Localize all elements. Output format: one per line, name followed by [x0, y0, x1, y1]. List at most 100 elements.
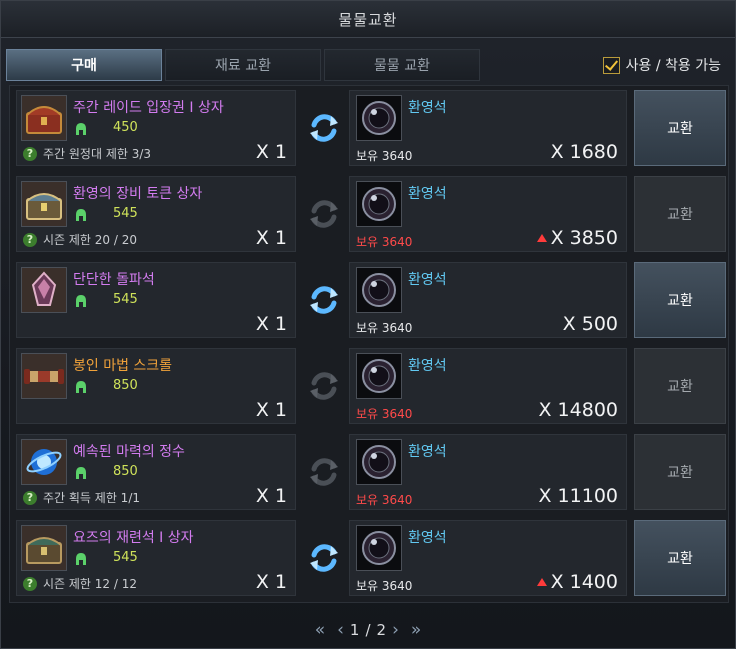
cost-value: X 3850 — [550, 227, 618, 249]
help-icon[interactable]: ? — [23, 490, 37, 505]
help-icon[interactable]: ? — [23, 576, 37, 591]
exchange-button[interactable]: 교환 — [634, 520, 726, 596]
exchange-button[interactable]: 교환 — [634, 434, 726, 510]
next-page-icon[interactable]: › — [392, 620, 399, 640]
item-panel[interactable]: 단단한 돌파석 545 X 1 — [16, 262, 296, 338]
cost-panel[interactable]: 환영석보유 3640 X 1400 — [349, 520, 627, 596]
item-price: 545 — [113, 292, 138, 307]
limit-text: 주간 원정대 제한 3/3 — [43, 147, 152, 161]
item-name: 요즈의 재련석 I 상자 — [73, 530, 194, 546]
purchase-limit: ? 시즌 제한 12 / 12 — [23, 575, 137, 592]
owned-amount: 보유 3640 — [356, 493, 413, 507]
owned-amount: 보유 3640 — [356, 321, 413, 335]
first-page-icon[interactable]: « — [315, 620, 325, 640]
exchange-arrows-icon — [306, 110, 342, 146]
pagination: « ‹ 1 / 2 › » — [1, 617, 735, 643]
orb-icon — [21, 439, 67, 485]
usable-checkbox[interactable] — [602, 56, 620, 74]
purchase-limit: ? 주간 획득 제한 1/1 — [23, 489, 140, 506]
cost-panel[interactable]: 환영석 보유 3640 X 1680 — [349, 90, 627, 166]
item-price: 850 — [113, 378, 138, 393]
title-bar[interactable]: 물물교환 — [1, 1, 735, 38]
purchase-limit: ? 주간 원정대 제한 3/3 — [23, 145, 151, 162]
limit-text: 시즌 제한 20 / 20 — [43, 233, 138, 247]
window-title: 물물교환 — [338, 10, 398, 29]
owned-amount: 보유 3640 — [356, 407, 413, 421]
item-price: 545 — [113, 206, 138, 221]
last-page-icon[interactable]: » — [411, 620, 421, 640]
phantom-stone-icon — [356, 353, 402, 399]
item-name: 예속된 마력의 정수 — [73, 444, 185, 460]
helmet-icon — [75, 379, 87, 393]
exchange-arrows-icon — [306, 368, 342, 404]
phantom-stone-icon — [356, 525, 402, 571]
helmet-icon — [75, 121, 87, 135]
owned-amount: 보유 3640 — [356, 579, 413, 593]
item-name: 단단한 돌파석 — [73, 272, 155, 288]
item-panel[interactable]: 봉인 마법 스크롤 850 X 1 — [16, 348, 296, 424]
cost-amount: X 1400 — [536, 571, 618, 593]
exchange-arrows-icon — [306, 454, 342, 490]
price-up-arrow-icon — [536, 578, 547, 586]
item-quantity: X 1 — [255, 571, 287, 593]
cost-item-name: 환영석 — [408, 186, 447, 202]
helmet-icon — [75, 465, 87, 479]
item-panel[interactable]: 주간 레이드 입장권 I 상자 450? 주간 원정대 제한 3/3 X 1 — [16, 90, 296, 166]
exchange-button[interactable]: 교환 — [634, 176, 726, 252]
item-quantity: X 1 — [255, 313, 287, 335]
cost-item-name: 환영석 — [408, 530, 447, 546]
tab-barter-exchange[interactable]: 물물 교환 — [324, 49, 480, 81]
cost-item-name: 환영석 — [408, 444, 447, 460]
exchange-list: 주간 레이드 입장권 I 상자 450? 주간 원정대 제한 3/3 X 1 환영석 보유… — [9, 85, 729, 603]
cost-value: X 14800 — [538, 399, 619, 421]
item-name: 환영의 장비 토큰 상자 — [73, 186, 203, 202]
exchange-button[interactable]: 교환 — [634, 348, 726, 424]
item-quantity: X 1 — [255, 399, 287, 421]
green-chest-icon — [21, 525, 67, 571]
exchange-row: 단단한 돌파석 545 X 1 환영석 보유 3640 X 500 교환 — [14, 260, 726, 340]
cost-amount: X 1680 — [551, 141, 618, 163]
helmet-icon — [75, 551, 87, 565]
usable-filter[interactable]: 사용 / 착용 가능 — [602, 55, 721, 75]
barter-window: 물물교환 구매 재료 교환 물물 교환 사용 / 착용 가능 주간 레이드 입장… — [0, 0, 736, 649]
cost-panel[interactable]: 환영석보유 3640 X 14800 — [349, 348, 627, 424]
item-price: 545 — [113, 550, 138, 565]
tab-material-exchange[interactable]: 재료 교환 — [165, 49, 321, 81]
prev-page-icon[interactable]: ‹ — [337, 620, 344, 640]
item-price: 450 — [113, 120, 138, 135]
cost-panel[interactable]: 환영석 보유 3640 X 500 — [349, 262, 627, 338]
cost-value: X 1680 — [550, 141, 618, 163]
cost-item-name: 환영석 — [408, 358, 447, 374]
exchange-button[interactable]: 교환 — [634, 90, 726, 166]
exchange-row: 환영의 장비 토큰 상자 545? 시즌 제한 20 / 20 X 1 환영석 보유 36… — [14, 174, 726, 254]
help-icon[interactable]: ? — [23, 232, 37, 247]
exchange-row: 봉인 마법 스크롤 850 X 1 환영석 보유 3640 X 14800 교환 — [14, 346, 726, 426]
exchange-button[interactable]: 교환 — [634, 262, 726, 338]
item-name: 주간 레이드 입장권 I 상자 — [73, 100, 224, 116]
help-icon[interactable]: ? — [23, 146, 37, 161]
price-up-arrow-icon — [536, 234, 547, 242]
item-quantity: X 1 — [255, 141, 287, 163]
exchange-arrows-icon — [306, 196, 342, 232]
cost-value: X 500 — [562, 313, 618, 335]
cost-panel[interactable]: 환영석 보유 3640 X 3850 — [349, 176, 627, 252]
cost-amount: X 500 — [563, 313, 618, 335]
helmet-icon — [75, 293, 87, 307]
item-panel[interactable]: 환영의 장비 토큰 상자 545? 시즌 제한 20 / 20 X 1 — [16, 176, 296, 252]
crystal-icon — [21, 267, 67, 313]
cost-amount: X 11100 — [539, 485, 619, 507]
total-pages: 2 — [376, 621, 387, 639]
item-quantity: X 1 — [255, 227, 287, 249]
cost-item-name: 환영석 — [408, 100, 447, 116]
blue-chest-icon — [21, 181, 67, 227]
tab-bar: 구매 재료 교환 물물 교환 사용 / 착용 가능 — [6, 49, 731, 81]
cost-amount: X 3850 — [536, 227, 618, 249]
cost-panel[interactable]: 환영석보유 3640 X 11100 — [349, 434, 627, 510]
item-panel[interactable]: 예속된 마력의 정수 850? 주간 획득 제한 1/1 X 1 — [16, 434, 296, 510]
purchase-limit: ? 시즌 제한 20 / 20 — [23, 231, 137, 248]
limit-text: 주간 획득 제한 1/1 — [43, 491, 140, 505]
phantom-stone-icon — [356, 267, 402, 313]
item-panel[interactable]: 요즈의 재련석 I 상자 545 ? 시즌 제한 12 / 12 X 1 — [16, 520, 296, 596]
tab-purchase[interactable]: 구매 — [6, 49, 162, 81]
cost-value: X 1400 — [550, 571, 618, 593]
